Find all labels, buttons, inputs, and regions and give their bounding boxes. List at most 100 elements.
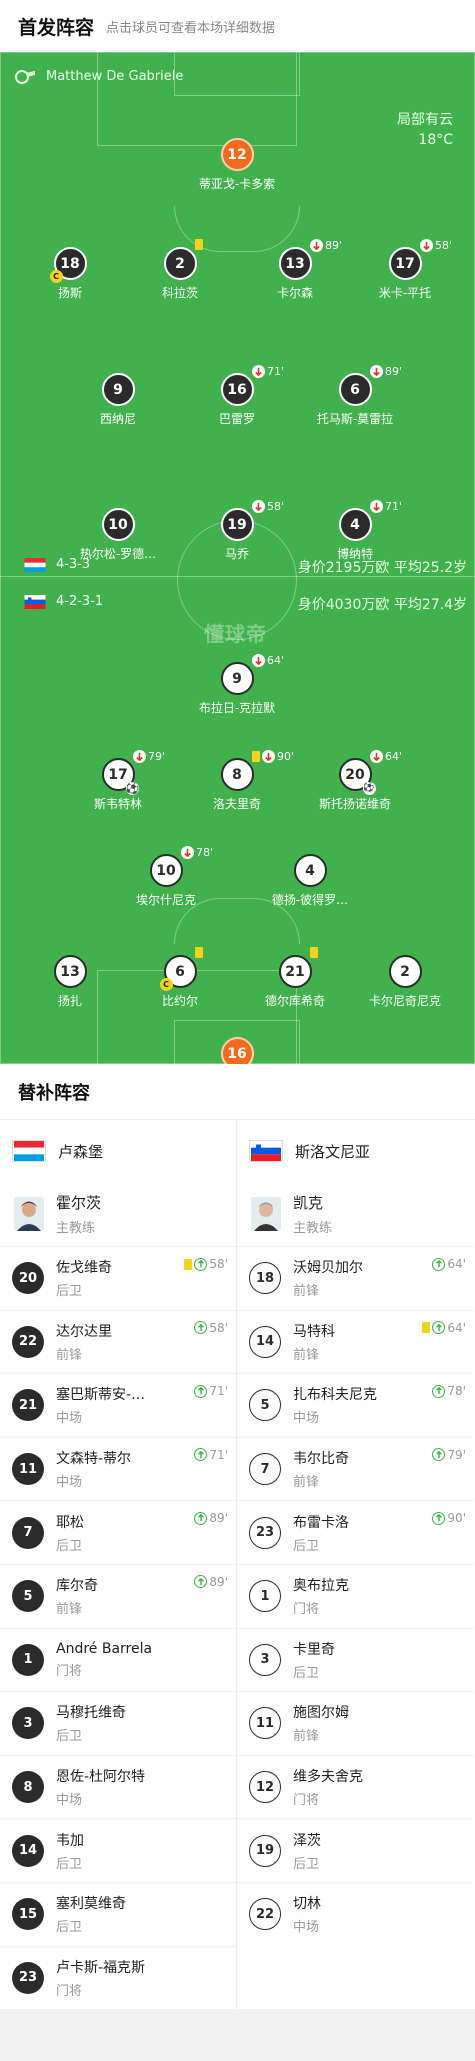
player-number-badge: 17 ⚽ (101, 758, 139, 795)
sub-player-name: 维多夫舍克 (293, 1769, 363, 1786)
sub-player-row[interactable]: 22 达尔达里 前锋 58' (0, 1309, 236, 1374)
sub-player-row[interactable]: 11 施图尔姆 前锋 (237, 1691, 474, 1755)
sub-player-row[interactable]: 7 韦尔比奇 前锋 79' (237, 1436, 474, 1501)
sub-player-name: 马穆托维奇 (56, 1705, 126, 1722)
sub-player-row[interactable]: 3 马穆托维奇 后卫 (0, 1691, 236, 1755)
player-number: 10 (156, 862, 176, 879)
away-coach[interactable]: 凯克 主教练 (237, 1182, 474, 1246)
away-subs-column: 斯洛文尼亚 凯克 主教练 18 沃姆贝加尔 前锋 64' 14 马特科 前锋 64' 5 扎布科夫… (237, 1120, 474, 2009)
sub-player-events: 90' (432, 1511, 466, 1525)
luxembourg-flag-icon (12, 1140, 46, 1162)
player-number-badge: 16 (220, 1037, 254, 1064)
sub-player-row[interactable]: 23 布雷卡洛 后卫 90' (237, 1500, 474, 1564)
player-number-badge: 19 (220, 508, 254, 541)
sub-player-position: 中场 (293, 1411, 320, 1427)
sub-player-row[interactable]: 3 卡里奇 后卫 (237, 1627, 474, 1692)
sub-player-position: 后卫 (56, 1284, 83, 1300)
sub-player-number: 14 (249, 1325, 281, 1358)
sub-player-row[interactable]: 23 卢卡斯-福克斯 门将 (0, 1945, 236, 2010)
pitch-player[interactable]: 16韦基奇 (162, 1037, 312, 1064)
pitch-player[interactable]: 17 58' 米卡-平托 (330, 239, 475, 301)
sub-out-icon (252, 654, 265, 667)
pitch-player[interactable]: 12 蒂亚戈-卡多索 (162, 138, 312, 192)
sub-out-icon (370, 750, 383, 763)
pitch-player[interactable]: 4 德扬-彼得罗… (235, 854, 385, 908)
player-number-badge: 9 (101, 373, 135, 406)
away-formation-text: 4-2-3-1 (56, 594, 104, 609)
away-coach-name: 凯克 (293, 1194, 324, 1212)
player-number-badge: 2 (388, 955, 422, 988)
player-name: 布拉日-克拉默 (198, 701, 276, 715)
sub-player-events: 64' (422, 1321, 466, 1335)
sub-player-row[interactable]: 11 文森特-蒂尔 中场 71' (0, 1436, 236, 1501)
pitch-player[interactable]: 2 卡尔尼奇尼克 (330, 955, 475, 1009)
sub-player-name: 文森特-蒂尔 (56, 1451, 132, 1468)
player-events (195, 239, 203, 250)
sub-in-icon (194, 1321, 208, 1335)
player-number: 8 (232, 766, 242, 783)
sub-player-events: 79' (432, 1448, 466, 1462)
sub-player-position: 前锋 (293, 1475, 320, 1491)
player-number-badge: 21 (278, 955, 312, 988)
away-team-name: 斯洛文尼亚 (295, 1142, 371, 1161)
player-number-badge: 9 (220, 662, 254, 695)
sub-out-minute: 64' (385, 750, 403, 763)
sub-player-row[interactable]: 18 沃姆贝加尔 前锋 64' (237, 1246, 474, 1310)
sub-player-row[interactable]: 1 André Barrela 门将 (0, 1627, 236, 1692)
pitch-player[interactable]: 9 64' 布拉日-克拉默 (162, 654, 312, 716)
assist-ball-icon: ⚽ (362, 782, 376, 795)
yellow-card-icon (422, 1322, 431, 1334)
sub-player-number: 12 (249, 1771, 281, 1804)
sub-player-events: 71' (194, 1384, 228, 1398)
pitch: Matthew De Gabriele 局部有云 18°C 懂球帝 4-3-3 … (0, 52, 475, 1064)
player-events: 64' (370, 750, 402, 763)
sub-player-position: 后卫 (56, 1856, 83, 1872)
player-events: 64' (252, 654, 284, 667)
sub-in-icon (194, 1384, 208, 1398)
pitch-player[interactable]: 4 71' 博纳特 (280, 500, 430, 562)
sub-player-row[interactable]: 5 库尔奇 前锋 89' (0, 1563, 236, 1628)
sub-player-position: 后卫 (293, 1856, 320, 1872)
sub-player-row[interactable]: 15 塞利莫维奇 后卫 (0, 1881, 236, 1946)
top-goal-box (174, 52, 300, 96)
sub-player-number: 8 (12, 1771, 44, 1804)
sub-player-row[interactable]: 19 泽茨 后卫 (237, 1818, 474, 1882)
sub-player-events: 89' (194, 1511, 228, 1525)
home-coach[interactable]: 霍尔茨 主教练 (0, 1182, 236, 1246)
player-number: 4 (305, 862, 315, 879)
sub-in-icon (194, 1448, 208, 1462)
home-subs-column: 卢森堡 霍尔茨 主教练 20 佐戈维奇 后卫 58' 22 达尔达里 前锋 58' 21 塞巴斯蒂… (0, 1120, 237, 2010)
sub-player-row[interactable]: 22 切林 中场 (237, 1881, 474, 1946)
player-number: 18 (60, 255, 80, 272)
pitch-player[interactable]: 10 78' 埃尔什尼克 (91, 846, 241, 908)
sub-player-position: 后卫 (56, 1729, 83, 1745)
away-coach-role: 主教练 (293, 1221, 333, 1236)
sub-player-name: 达尔达里 (56, 1323, 112, 1340)
player-number: 12 (227, 146, 247, 163)
sub-player-name: 库尔奇 (56, 1578, 98, 1595)
sub-in-icon (432, 1384, 446, 1398)
player-events (195, 947, 203, 958)
sub-player-row[interactable]: 20 佐戈维奇 后卫 58' (0, 1246, 236, 1310)
player-number-badge: 6C (159, 955, 197, 991)
sub-player-row[interactable]: 8 恩佐-杜阿尔特 中场 (0, 1754, 236, 1819)
player-number: 17 (108, 766, 128, 783)
player-name: 托马斯-莫雷拉 (316, 412, 394, 426)
pitch-player[interactable]: 20 ⚽ 64' 斯托扬诺维奇 (280, 750, 430, 812)
player-number-badge: 6 (338, 373, 372, 406)
sub-player-row[interactable]: 5 扎布科夫尼克 中场 78' (237, 1373, 474, 1437)
sub-player-row[interactable]: 1 奥布拉克 门将 (237, 1563, 474, 1628)
sub-in-icon (194, 1575, 208, 1589)
sub-player-number: 14 (12, 1834, 44, 1867)
sub-in-icon (432, 1511, 446, 1525)
sub-player-row[interactable]: 21 塞巴斯蒂安-… 中场 71' (0, 1373, 236, 1437)
slovenia-flag-icon (24, 594, 46, 609)
pitch-player[interactable]: 6 89' 托马斯-莫雷拉 (280, 365, 430, 427)
sub-player-number: 11 (249, 1707, 281, 1740)
sub-player-position: 中场 (56, 1475, 83, 1491)
sub-player-row[interactable]: 14 韦加 后卫 (0, 1818, 236, 1882)
sub-player-row[interactable]: 7 耶松 后卫 89' (0, 1500, 236, 1564)
sub-out-minute: 78' (196, 846, 214, 859)
sub-player-row[interactable]: 14 马特科 前锋 64' (237, 1309, 474, 1374)
sub-player-row[interactable]: 12 维多夫舍克 门将 (237, 1754, 474, 1819)
